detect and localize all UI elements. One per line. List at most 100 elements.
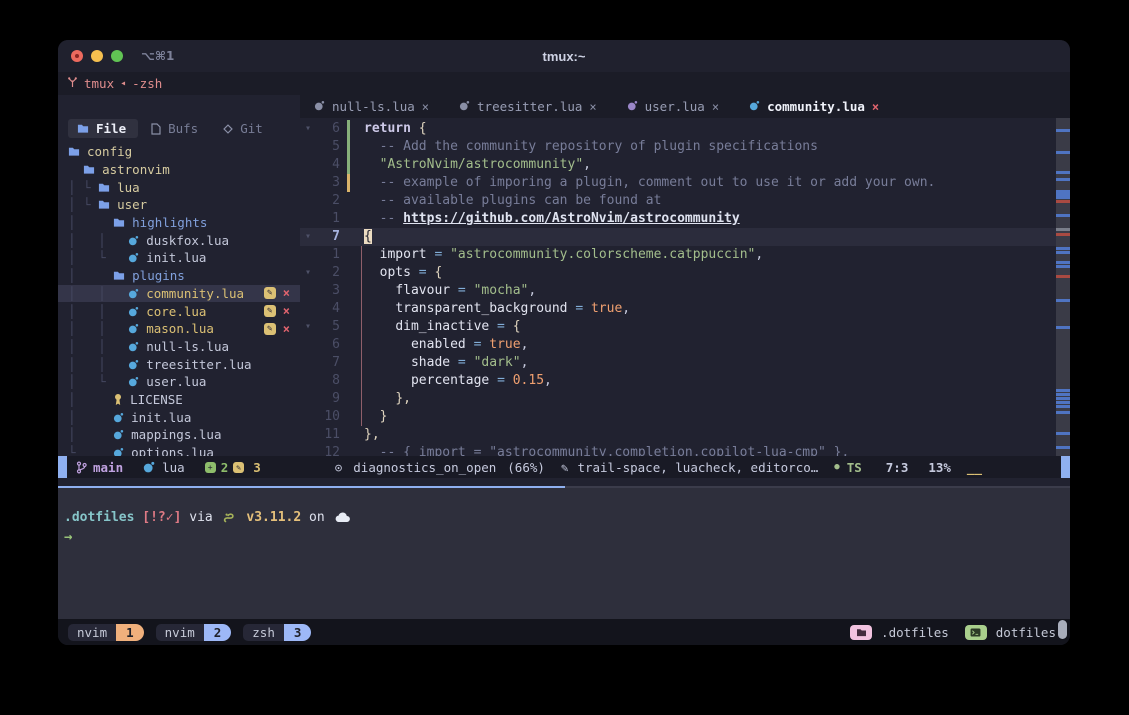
fold-marker-icon[interactable]: ▾ — [300, 318, 316, 336]
git-sign — [346, 408, 356, 426]
fold-marker-icon[interactable] — [300, 444, 316, 456]
code-line: 1 import = "astrocommunity.colorscheme.c… — [300, 246, 1056, 264]
modified-icon: ✎ — [233, 462, 244, 473]
minimap-mark — [1056, 129, 1070, 132]
buffer-tab-community-lua[interactable]: community.lua× — [749, 99, 879, 114]
buffer-tabline: null-ls.lua× treesitter.lua× user.lua× comm… — [300, 95, 1070, 118]
license-icon — [113, 393, 123, 406]
fold-marker-icon[interactable]: ▾ — [300, 264, 316, 282]
fold-marker-icon[interactable] — [300, 372, 316, 390]
folder-icon — [77, 123, 89, 134]
tree-guides: │ └ — [68, 374, 128, 389]
tmux-window-3[interactable]: zsh3 — [243, 624, 311, 641]
tree-item-mappings-lua[interactable]: │ mappings.lua — [58, 426, 300, 444]
tree-item-highlights[interactable]: │ highlights — [58, 214, 300, 232]
fold-marker-icon[interactable] — [300, 156, 316, 174]
code-area[interactable]: ▾6return {5 -- Add the community reposit… — [300, 118, 1070, 456]
fold-marker-icon[interactable]: ▾ — [300, 120, 316, 138]
buffer-tab-treesitter-lua[interactable]: treesitter.lua× — [459, 99, 597, 114]
fold-marker-icon[interactable] — [300, 282, 316, 300]
tree-item-label: treesitter.lua — [146, 357, 251, 372]
minimap-mark — [1056, 401, 1070, 404]
tmux-window-2[interactable]: nvim2 — [156, 624, 232, 641]
minimap-mark — [1056, 393, 1070, 396]
git-branch[interactable]: main — [76, 460, 123, 475]
git-sign — [346, 390, 356, 408]
tree-guides: │ │ — [68, 321, 128, 336]
fold-marker-icon[interactable]: ▾ — [300, 228, 316, 246]
close-buffer-icon[interactable]: × — [422, 100, 429, 114]
fold-marker-icon[interactable] — [300, 300, 316, 318]
tmux-pane-divider[interactable] — [58, 486, 1070, 488]
tree-item-community-lua[interactable]: │ │ community.lua✎× — [58, 285, 300, 303]
fold-marker-icon[interactable] — [300, 426, 316, 444]
fold-marker-icon[interactable] — [300, 336, 316, 354]
zsh-pane[interactable]: .dotfiles [!?✓] via v3.11.2 on → — [58, 488, 1070, 619]
tree-item-plugins[interactable]: │ plugins — [58, 267, 300, 285]
tree-item-treesitter-lua[interactable]: │ │ treesitter.lua — [58, 355, 300, 373]
fold-marker-icon[interactable] — [300, 354, 316, 372]
code-line: ▾5 dim_inactive = { — [300, 318, 1056, 336]
prompt-arrow[interactable]: → — [64, 529, 1070, 545]
python-version-value: v3.11.2 — [246, 510, 301, 525]
code-line: ▾2 opts = { — [300, 264, 1056, 282]
tree-item-lua[interactable]: │ └ lua — [58, 178, 300, 196]
line-number: 10 — [316, 408, 346, 426]
minimap-mark — [1056, 200, 1070, 203]
close-buffer-icon[interactable]: × — [589, 100, 596, 114]
neotree-sidebar: FileBufsGit config astronvim│ └ lua│ └ u… — [58, 95, 300, 456]
tree-item-options-lua[interactable]: └ options.lua — [58, 444, 300, 456]
code-line: 3 -- example of imporing a plugin, comme… — [300, 174, 1056, 192]
treesitter-indicator: ● TS — [834, 460, 861, 475]
terminal-tab-bar[interactable]: tmux ◂ -zsh — [58, 72, 1070, 95]
fold-marker-icon[interactable] — [300, 390, 316, 408]
sidebar-tab-bufs[interactable]: Bufs — [142, 119, 210, 138]
fold-marker-icon[interactable] — [300, 408, 316, 426]
tree-item-config[interactable]: config — [58, 143, 300, 161]
tree-item-user[interactable]: │ └ user — [58, 196, 300, 214]
fold-marker-icon[interactable] — [300, 138, 316, 156]
sidebar-tab-git[interactable]: Git — [214, 119, 275, 138]
lua-file-icon — [128, 359, 139, 370]
prompt-on-label: on — [309, 510, 325, 525]
code-text: -- available plugins can be found at — [356, 192, 661, 210]
git-diamond-icon — [223, 124, 233, 134]
tree-item-label: mappings.lua — [131, 427, 221, 442]
close-buffer-icon[interactable]: × — [712, 100, 719, 114]
lsp-progress: (66%) — [507, 460, 545, 475]
tree-item-label: null-ls.lua — [146, 339, 229, 354]
tree-item-LICENSE[interactable]: │ LICENSE — [58, 391, 300, 409]
added-count: 2 — [221, 460, 229, 475]
fold-marker-icon[interactable] — [300, 192, 316, 210]
code-text: -- https://github.com/AstroNvim/astrocom… — [356, 210, 740, 228]
close-buffer-icon[interactable]: × — [872, 100, 879, 114]
title-bar: ⌥⌘1 tmux:~ — [58, 40, 1070, 72]
minimap-mark — [1056, 228, 1070, 231]
tmux-window-1[interactable]: nvim1 — [68, 624, 144, 641]
tree-item-init-lua[interactable]: │ └ init.lua — [58, 249, 300, 267]
tmux-status-label: .dotfiles — [881, 625, 949, 640]
code-lines: ▾6return {5 -- Add the community reposit… — [300, 118, 1056, 456]
tree-item-null-ls-lua[interactable]: │ │ null-ls.lua — [58, 338, 300, 356]
git-unstaged-icon: × — [283, 304, 290, 318]
added-icon: + — [205, 462, 216, 473]
sidebar-tab-file[interactable]: File — [68, 119, 138, 138]
tree-item-label: plugins — [132, 268, 185, 283]
lua-file-icon — [749, 99, 760, 114]
tree-item-user-lua[interactable]: │ └ user.lua — [58, 373, 300, 391]
fold-marker-icon[interactable] — [300, 246, 316, 264]
tree-item-init-lua[interactable]: │ init.lua — [58, 408, 300, 426]
tree-item-astronvim[interactable]: astronvim — [58, 161, 300, 179]
fold-marker-icon[interactable] — [300, 210, 316, 228]
line-number: 7 — [316, 228, 346, 246]
minimap-scrollbar[interactable] — [1056, 118, 1070, 456]
buffer-tab-null-ls-lua[interactable]: null-ls.lua× — [314, 99, 429, 114]
buffer-tab-user-lua[interactable]: user.lua× — [627, 99, 719, 114]
terminal-scrollbar-thumb[interactable] — [1058, 620, 1067, 639]
code-text: enabled = true, — [356, 336, 528, 354]
fold-marker-icon[interactable] — [300, 174, 316, 192]
line-number: 8 — [316, 372, 346, 390]
tree-item-mason-lua[interactable]: │ │ mason.lua✎× — [58, 320, 300, 338]
tree-item-core-lua[interactable]: │ │ core.lua✎× — [58, 302, 300, 320]
tree-item-duskfox-lua[interactable]: │ │ duskfox.lua — [58, 231, 300, 249]
